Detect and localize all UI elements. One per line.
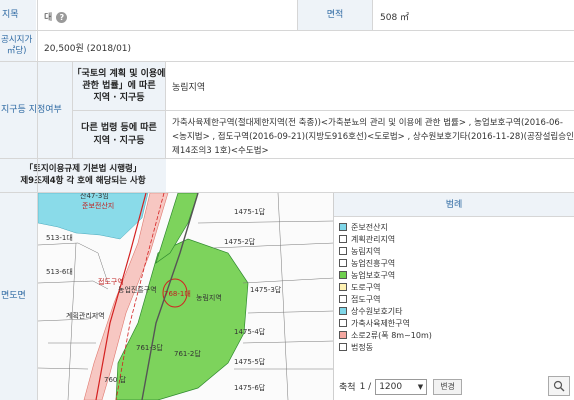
parcel-label: 1475-5답: [234, 358, 266, 366]
legend-swatch: [339, 343, 347, 351]
parcel-label: 1475-2답: [224, 238, 256, 246]
parcel-label: 준보전산지: [82, 202, 115, 210]
legend-label: 계획관리지역: [351, 234, 396, 244]
parcel-label: 513-6대: [46, 268, 73, 276]
legend-item: 법정동: [339, 341, 373, 353]
zone-label: 지구등 지정여부: [0, 62, 72, 158]
law1-label-text: 「국토의 계획 및 이용에 관한 법률」에 따른 지역 · 지구등: [72, 68, 166, 104]
parcel-label: 1475-4답: [234, 328, 266, 336]
area-label-text: 면적: [326, 9, 344, 20]
legend-item: 계획관리지역: [339, 233, 395, 245]
help-icon[interactable]: ?: [56, 12, 68, 23]
law2-line1: 가축사육제한구역(절대제한지역(전 축종))<가축분뇨의 관리 및 이용에 관한…: [172, 118, 563, 128]
legend-label: 준보전산지: [351, 222, 388, 232]
price-value: 20,500원 (2018/01): [44, 44, 132, 54]
legend-label: 가축사육제한구역: [351, 318, 410, 328]
law2-label-text: 다른 법령 등에 따른 지역 · 지구등: [81, 123, 157, 146]
legend-label: 접도구역: [351, 294, 381, 304]
regulation-label-text: 「토지이용규제 기본법 시행령」 제9조제4항 각 호에 해당되는 사항: [20, 164, 146, 186]
law2-line2: <농지법> , 접도구역(2016-09-21)(지방도916호선)<도로법> …: [172, 132, 574, 142]
legend-item: 상수원보호기타: [339, 305, 403, 317]
jimok-value: 대?: [44, 10, 68, 23]
legend-swatch: [339, 259, 347, 267]
map-label: 면도면: [0, 193, 37, 400]
scale-select-value: 1200: [379, 381, 403, 392]
jimok-label: 지목: [0, 0, 36, 30]
parcel-label: 농림지역: [196, 294, 222, 302]
parcel-label: 768-1대: [164, 290, 191, 298]
price-label-text: 공시지가 ㎡당): [1, 34, 33, 56]
zoom-button[interactable]: [548, 376, 570, 396]
legend-title: 범례: [334, 193, 574, 217]
chevron-down-icon: ▼: [417, 382, 424, 391]
law2-line3: 제14조의3 1호)<수도법>: [172, 146, 269, 156]
parcel-label: 1475-1답: [234, 208, 266, 216]
legend-item: 접도구역: [339, 293, 380, 305]
legend-label: 농업보호구역: [351, 270, 396, 280]
parcel-label: 761-2답: [174, 350, 201, 358]
parcel-label: 계획관리지역: [66, 312, 105, 320]
parcel-label: 농업진흥구역: [118, 286, 157, 294]
change-scale-button[interactable]: 변경: [433, 378, 462, 395]
zone-label-text: 지구등 지정여부: [1, 104, 62, 115]
parcel-label: 산47-3임: [80, 193, 109, 200]
jimok-label-text: 지목: [2, 9, 19, 20]
legend-swatch: [339, 295, 347, 303]
law2-label: 다른 법령 등에 따른 지역 · 지구등: [73, 111, 165, 158]
legend-item: 농업진흥구역: [339, 257, 395, 269]
regulation-label: 「토지이용규제 기본법 시행령」 제9조제4항 각 호에 해당되는 사항: [0, 159, 166, 192]
parcel-label: 1475-6답: [234, 384, 266, 392]
legend-swatch: [339, 307, 347, 315]
legend-swatch: [339, 331, 347, 339]
legend-swatch: [339, 319, 347, 327]
legend-swatch: [339, 247, 347, 255]
legend-label: 농업진흥구역: [351, 258, 396, 268]
legend-swatch: [339, 235, 347, 243]
legend-item: 가축사육제한구역: [339, 317, 410, 329]
legend-item: 도로구역: [339, 281, 380, 293]
legend-label: 상수원보호기타: [351, 306, 403, 316]
legend-swatch: [339, 223, 347, 231]
law1-value: 농림지역: [172, 83, 206, 93]
parcel-label: 761-3답: [136, 344, 163, 352]
legend-swatch: [339, 283, 347, 291]
law1-label: 「국토의 계획 및 이용에 관한 법률」에 따른 지역 · 지구등: [73, 62, 165, 110]
area-value: 508 ㎡: [380, 13, 410, 23]
parcel-label: 513-1대: [46, 234, 73, 242]
land-use-map[interactable]: 산47-3임 준보전산지 513-1대 513-6대 계획관리지역 접도구역 농…: [38, 193, 334, 400]
legend-item: 농업보호구역: [339, 269, 395, 281]
parcel-label: 1475-3답: [250, 286, 282, 294]
legend-item: 준보전산지: [339, 221, 388, 233]
legend-swatch: [339, 271, 347, 279]
legend-label: 소로2류(폭 8m~10m): [351, 330, 432, 340]
scale-select[interactable]: 1200 ▼: [375, 378, 428, 395]
legend-item: 농림지역: [339, 245, 380, 257]
legend-label: 도로구역: [351, 282, 381, 292]
area-label: 면적: [298, 0, 372, 30]
parcel-label: 760 답: [104, 376, 127, 384]
magnifier-icon: [553, 380, 565, 392]
price-label: 공시지가 ㎡당): [0, 31, 36, 61]
legend-item: 소로2류(폭 8m~10m): [339, 329, 432, 341]
scale-prefix: 1 /: [359, 381, 372, 392]
legend-label: 법정동: [351, 342, 374, 352]
legend-label: 농림지역: [351, 246, 381, 256]
legend-panel: 범례 준보전산지 계획관리지역 농림지역 농업진흥구역 농업보호구역 도로구역 …: [334, 193, 574, 400]
map-label-text: 면도면: [1, 291, 26, 302]
jimok-value-text: 대: [44, 13, 53, 23]
scale-control: 축척 1 / 1200 ▼ 변경: [334, 373, 574, 400]
scale-label: 축척: [339, 383, 356, 393]
